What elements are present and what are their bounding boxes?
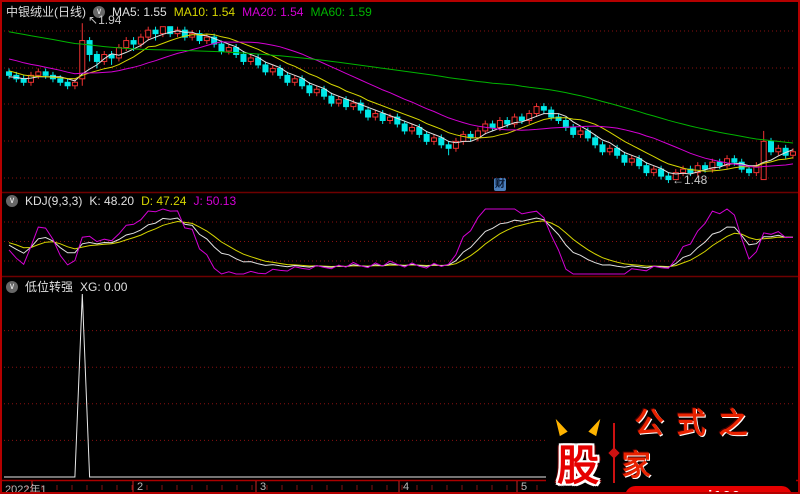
axis-month-label: 2 [137, 481, 144, 493]
stock-title: 中银绒业(日线) [6, 5, 86, 19]
axis-month-label: 5 [521, 481, 528, 493]
logo-stock-character: 股 [557, 444, 600, 490]
axis-month-label: 2022年1 [5, 484, 47, 494]
ma10-legend: MA10: 1.54 [173, 4, 236, 19]
stock-chart-window: 中银绒业(日线) ∨ MA5: 1.55 MA10: 1.54 MA20: 1.… [0, 0, 800, 494]
logo-divider [608, 423, 620, 483]
arrow-left-icon: ← [672, 173, 684, 187]
logo-site-url[interactable]: www.gszj100.com [625, 485, 793, 492]
axis-month-label: 4 [403, 481, 410, 493]
price-low-label: 1.48 [684, 173, 708, 187]
price-low-annotation: ←1.48 [672, 173, 707, 187]
arrow-up-left-icon: ↖ [88, 13, 99, 27]
xg-value: XG: 0.00 [80, 279, 128, 294]
price-high-annotation: ↖1.94 [88, 13, 121, 27]
kdj-panel-header: ∨ KDJ(9,3,3) K: 48.20 D: 47.24 J: 50.13 [6, 194, 236, 208]
logo-bull-mark: 股 [551, 416, 608, 490]
kdj-indicator-label: KDJ(9,3,3) [25, 194, 83, 208]
ma20-legend: MA20: 1.54 [242, 4, 304, 19]
xg-indicator-label: 低位转强 [25, 280, 74, 294]
site-logo: 股 公式之家 www.gszj100.com [546, 408, 796, 492]
collapse-icon[interactable]: ∨ [6, 195, 18, 207]
diamond-icon [608, 447, 620, 459]
kdj-k-value: K: 48.20 [89, 194, 135, 208]
price-high-label: 1.94 [98, 13, 122, 27]
logo-site-title: 公式之家 [621, 407, 761, 482]
collapse-icon[interactable]: ∨ [6, 280, 18, 293]
main-panel-header: 中银绒业(日线) ∨ MA5: 1.55 MA10: 1.54 MA20: 1.… [6, 3, 372, 20]
kdj-j-value: J: 50.13 [193, 194, 237, 208]
ma60-legend: MA60: 1.59 [310, 4, 372, 19]
news-badge[interactable]: 财 [494, 178, 506, 191]
kdj-d-value: D: 47.24 [141, 194, 187, 208]
axis-month-label: 3 [260, 481, 267, 493]
xg-panel-header: ∨ 低位转强 XG: 0.00 [6, 278, 127, 295]
